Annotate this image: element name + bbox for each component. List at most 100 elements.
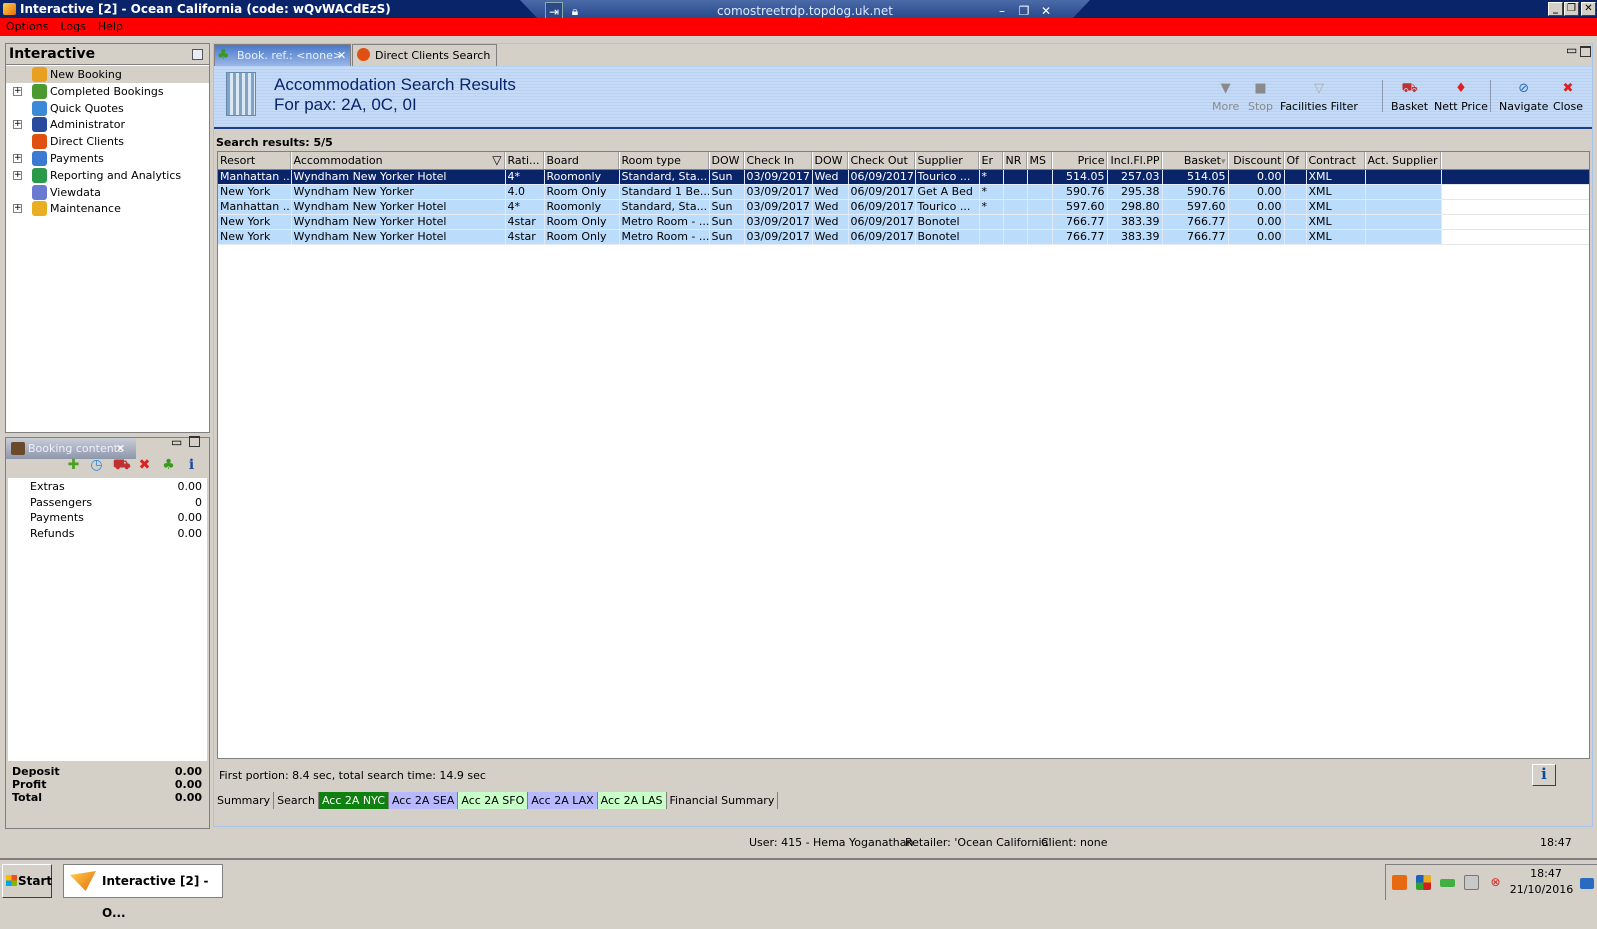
more-icon: ▼ — [1220, 81, 1231, 96]
close-tab-icon[interactable]: ✕ — [337, 45, 346, 67]
sidebar-item-completed-bookings[interactable]: + Completed Bookings — [6, 83, 209, 100]
column-header[interactable]: Accommodation ▽ — [291, 152, 506, 170]
column-header[interactable]: Basket▾ — [1162, 152, 1229, 170]
column-header[interactable]: Board — [544, 152, 620, 170]
bottom-tab-acc-2a-sea[interactable]: Acc 2A SEA — [388, 792, 459, 809]
tab-booking-ref[interactable]: Book. ref.: <none> ✕ — [214, 44, 351, 66]
restore-button[interactable]: ❐ — [1564, 2, 1579, 16]
sidebar-item-administrator[interactable]: + Administrator — [6, 116, 209, 133]
collapse-icon[interactable] — [192, 49, 203, 60]
delete-icon[interactable]: ✖ — [137, 458, 152, 473]
column-header[interactable]: Rati... — [505, 152, 545, 170]
column-header[interactable]: Check Out — [848, 152, 916, 170]
menu-help[interactable]: Help — [92, 18, 129, 36]
column-header[interactable]: Resort — [218, 152, 292, 170]
column-header[interactable]: Supplier — [915, 152, 980, 170]
sidebar-item-viewdata[interactable]: Viewdata — [6, 184, 209, 201]
sidebar-item-maintenance[interactable]: + Maintenance — [6, 200, 209, 217]
network-icon[interactable] — [1464, 875, 1479, 890]
avg-icon[interactable] — [1416, 875, 1431, 890]
cell-incl-fl-pp: 257.03 — [1107, 169, 1163, 185]
table-row[interactable]: New York Wyndham New Yorker Hotel 4star Roo… — [218, 214, 1589, 230]
info-button[interactable]: i — [1532, 764, 1556, 786]
toolbar-separator — [1490, 80, 1491, 112]
info-icon[interactable]: i — [184, 458, 199, 473]
column-header[interactable]: DOW — [812, 152, 849, 170]
maximize-panel-icon[interactable] — [1580, 46, 1591, 57]
bottom-tab-financial-summary[interactable]: Financial Summary — [666, 792, 779, 809]
column-filter-icon[interactable]: ▽ — [492, 153, 501, 167]
menu-logs[interactable]: Logs — [54, 18, 91, 36]
column-header[interactable]: NR — [1003, 152, 1028, 170]
bottom-tab-summary[interactable]: Summary — [214, 792, 275, 809]
cell-supplier: Bonotel — [915, 229, 980, 245]
table-row[interactable]: New York Wyndham New Yorker Hotel 4star Roo… — [218, 229, 1589, 245]
table-row[interactable]: Manhattan ... Wyndham New Yorker Hotel 4* R… — [218, 199, 1589, 215]
cell-act-supplier — [1365, 214, 1442, 230]
expand-icon[interactable]: + — [13, 170, 22, 180]
bottom-tab-acc-2a-sfo[interactable]: Acc 2A SFO — [458, 792, 529, 809]
cell-act-supplier — [1365, 229, 1442, 245]
sidebar-item-label: Maintenance — [50, 202, 121, 216]
booking-contents-tab[interactable]: Booking contents ✕ — [6, 438, 136, 459]
table-row[interactable]: New York Wyndham New Yorker 4.0 Room Only St… — [218, 184, 1589, 200]
column-header[interactable]: Act. Supplier — [1365, 152, 1442, 170]
bottom-tab-search[interactable]: Search — [274, 792, 319, 809]
bottom-tab-acc-2a-las[interactable]: Acc 2A LAS — [597, 792, 667, 809]
start-button[interactable]: Start — [2, 864, 52, 898]
column-header[interactable]: MS — [1027, 152, 1053, 170]
bottom-tab-acc-2a-nyc[interactable]: Acc 2A NYC — [318, 792, 389, 809]
tab-direct-clients-search[interactable]: Direct Clients Search — [352, 44, 497, 66]
close-button[interactable]: ✖ Close — [1553, 82, 1583, 114]
menu-options[interactable]: Options — [0, 18, 54, 36]
navigate-button[interactable]: ⊘ Navigate — [1499, 82, 1548, 114]
expand-icon[interactable]: + — [13, 120, 22, 130]
expand-icon[interactable]: + — [13, 86, 22, 96]
volume-muted-icon[interactable]: ⊗ — [1488, 875, 1503, 890]
palm-tree-icon[interactable]: ♣ — [161, 458, 176, 473]
java-icon[interactable] — [1392, 875, 1407, 890]
bottom-tabs: Summary Search Acc 2A NYC Acc 2A SEA Acc 2A … — [214, 792, 779, 809]
expand-icon[interactable]: + — [13, 204, 22, 214]
cell-rati: 4star — [505, 214, 545, 230]
suitcase-palm-icon — [11, 442, 25, 455]
network-card-icon[interactable] — [1440, 879, 1455, 887]
maximize-panel-icon[interactable] — [189, 436, 200, 447]
sidebar-item-reporting-and-analytics[interactable]: + Reporting and Analytics — [6, 167, 209, 184]
add-icon[interactable]: ✚ — [66, 458, 81, 473]
sidebar-item-quick-quotes[interactable]: Quick Quotes — [6, 100, 209, 117]
stop-button[interactable]: ■ Stop — [1248, 82, 1273, 114]
refresh-clock-icon[interactable]: ◷ — [89, 458, 104, 473]
minimize-panel-icon[interactable]: ▭ — [1566, 43, 1577, 57]
sidebar-item-new-booking[interactable]: New Booking — [6, 66, 209, 83]
more-button[interactable]: ▼ More — [1212, 81, 1239, 114]
sidebar-item-direct-clients[interactable]: Direct Clients — [6, 133, 209, 150]
cell-basket: 597.60 — [1162, 199, 1229, 215]
basket-go-icon[interactable]: ⛟ — [113, 458, 131, 473]
close-icon[interactable]: ✕ — [116, 438, 125, 459]
column-header[interactable]: Discount — [1228, 152, 1285, 170]
basket-button[interactable]: ⛟ Basket — [1391, 82, 1428, 114]
sidebar-item-payments[interactable]: + Payments — [6, 150, 209, 167]
column-header[interactable]: Er — [979, 152, 1004, 170]
show-desktop-icon[interactable] — [1580, 878, 1594, 889]
column-header[interactable]: Of — [1284, 152, 1307, 170]
close-window-button[interactable]: ✕ — [1581, 2, 1596, 16]
payments-icon — [32, 151, 47, 166]
table-row[interactable]: Manhattan ... Wyndham New Yorker Hotel 4* R… — [218, 169, 1589, 185]
minimize-button[interactable]: _ — [1548, 2, 1563, 16]
column-header[interactable]: Incl.Fl.PP — [1107, 152, 1163, 170]
bottom-tab-acc-2a-lax[interactable]: Acc 2A LAX — [528, 792, 598, 809]
column-header[interactable]: Check In — [744, 152, 813, 170]
minimize-panel-icon[interactable]: ▭ — [171, 435, 182, 449]
windows-logo-icon — [6, 875, 17, 886]
facilities-filter-button[interactable]: ▽ Facilities Filter — [1280, 82, 1358, 114]
cell-act-supplier — [1365, 169, 1442, 185]
expand-icon[interactable]: + — [13, 154, 22, 163]
column-header[interactable]: DOW — [709, 152, 745, 170]
column-header[interactable]: Contract — [1306, 152, 1366, 170]
column-header[interactable]: Price — [1052, 152, 1108, 170]
nett-price-button[interactable]: ♦ Nett Price — [1434, 82, 1488, 114]
column-header[interactable]: Room type — [619, 152, 710, 170]
taskbar-app-button[interactable]: Interactive [2] - O... — [63, 864, 223, 920]
